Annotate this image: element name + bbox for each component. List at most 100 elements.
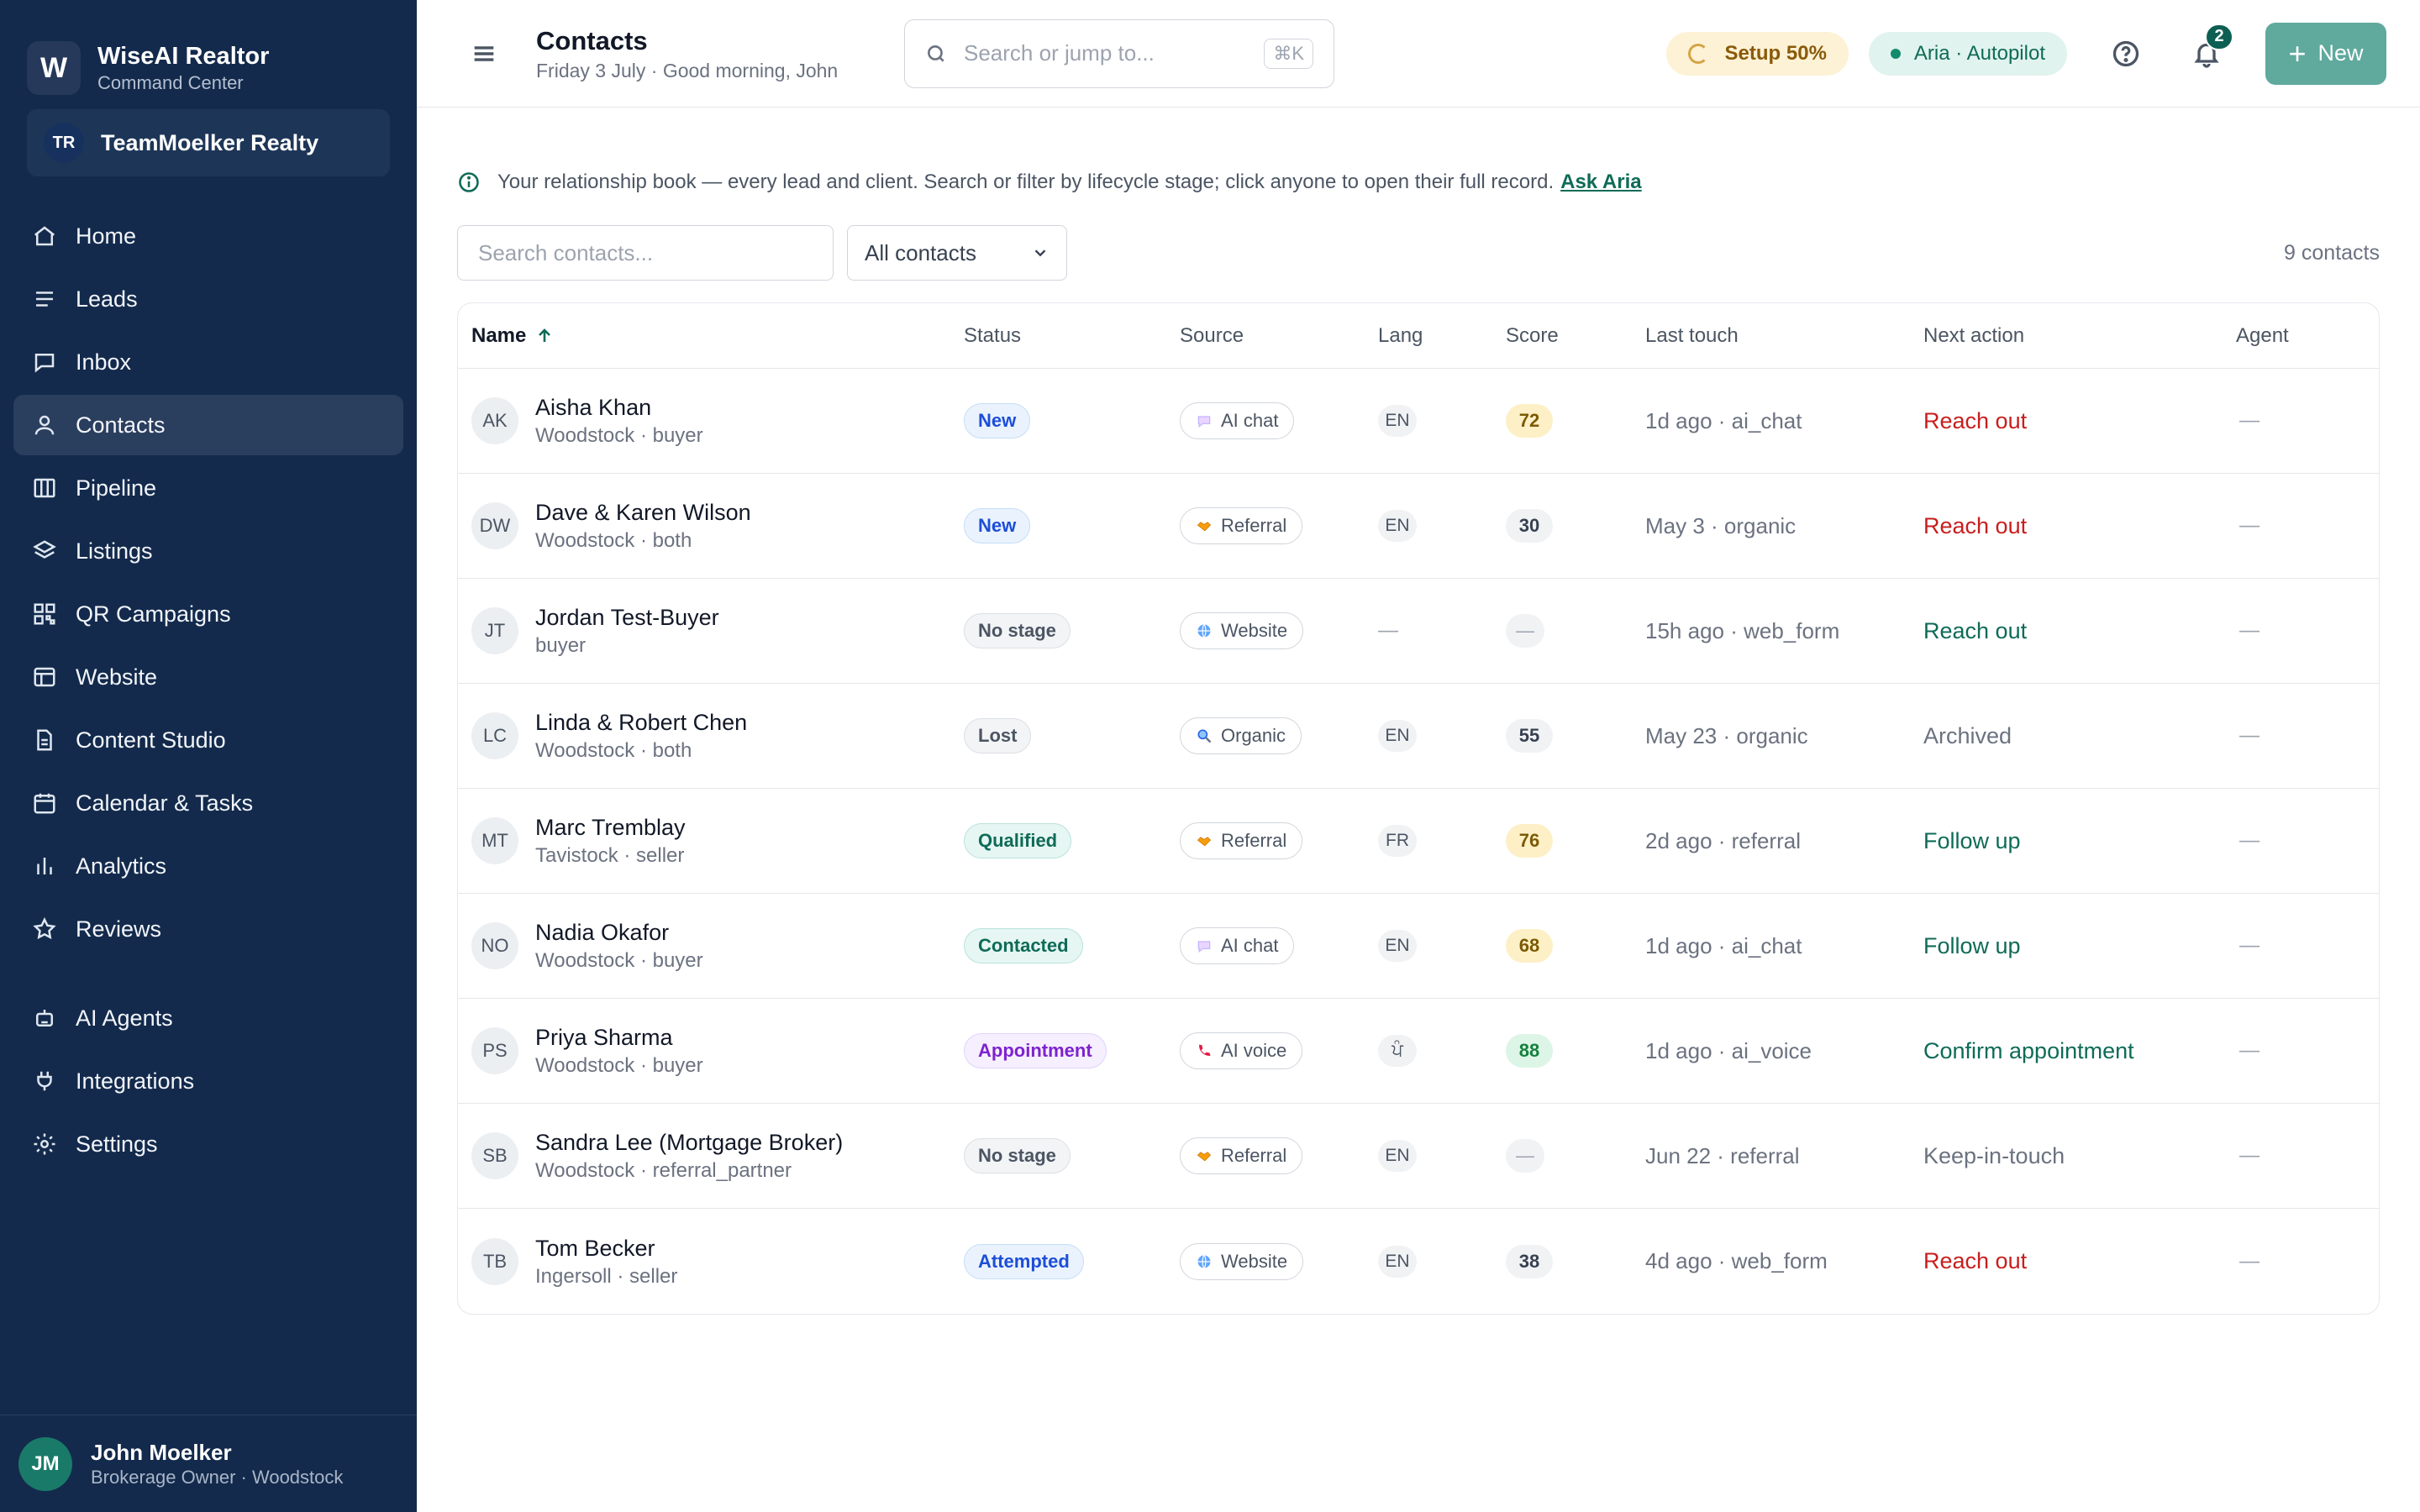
stage-filter-value: All contacts: [865, 239, 976, 265]
sidebar-item-settings[interactable]: Settings: [13, 1114, 403, 1174]
next-action-link[interactable]: Keep-in-touch: [1923, 1143, 2065, 1168]
table-row[interactable]: SB Sandra Lee (Mortgage Broker) Woodstock …: [458, 1104, 2379, 1209]
contact-name[interactable]: Jordan Test-Buyer: [535, 602, 719, 633]
contact-name-cell: DW Dave & Karen Wilson Woodstock · both: [458, 497, 964, 554]
last-touch: 2d ago · referral: [1645, 827, 1801, 853]
brand-title: WiseAI Realtor: [97, 43, 270, 70]
user-profile[interactable]: JM John Moelker Brokerage Owner · Woodst…: [0, 1415, 417, 1512]
help-button[interactable]: [2104, 32, 2148, 76]
contact-name[interactable]: Nadia Okafor: [535, 917, 703, 948]
sidebar-item-reviews[interactable]: Reviews: [13, 899, 403, 959]
sidebar-item-calendar-tasks[interactable]: Calendar & Tasks: [13, 773, 403, 833]
page-subtitle: Friday 3 July · Good morning, John: [536, 59, 839, 81]
contact-meta: Woodstock · both: [535, 739, 692, 762]
contacts-table: Name Status Source Lang Score Last touch…: [457, 302, 2380, 1315]
plug-icon: [32, 1068, 57, 1094]
next-action-link[interactable]: Reach out: [1923, 1248, 2027, 1273]
sidebar-item-inbox[interactable]: Inbox: [13, 332, 403, 392]
contact-search-input[interactable]: Search contacts...: [457, 225, 834, 281]
sidebar-item-analytics[interactable]: Analytics: [13, 836, 403, 896]
next-action-link[interactable]: Reach out: [1923, 513, 2027, 538]
global-search-placeholder: Search or jump to...: [964, 40, 1155, 66]
table-row[interactable]: DW Dave & Karen Wilson Woodstock · both New…: [458, 474, 2379, 579]
workspace-switcher[interactable]: TR TeamMoelker Realty: [27, 109, 390, 176]
notification-count-badge: 2: [2205, 23, 2233, 50]
column-header-agent[interactable]: Agent: [2236, 324, 2379, 348]
last-touch: 1d ago · ai_chat: [1645, 932, 1802, 958]
column-header-status[interactable]: Status: [964, 324, 1180, 348]
menu-toggle-button[interactable]: [467, 37, 501, 71]
sidebar-item-content-studio[interactable]: Content Studio: [13, 710, 403, 770]
column-header-lang[interactable]: Lang: [1378, 324, 1506, 348]
contact-name[interactable]: Marc Tremblay: [535, 812, 686, 843]
new-button[interactable]: + New: [2265, 22, 2386, 85]
sidebar-item-label: Listings: [76, 538, 153, 564]
avatar: MT: [471, 817, 518, 864]
notifications-button[interactable]: 2: [2185, 23, 2233, 76]
last-touch: May 3 · organic: [1645, 512, 1797, 538]
sidebar-item-home[interactable]: Home: [13, 206, 403, 266]
table-row[interactable]: PS Priya Sharma Woodstock · buyer Appointme…: [458, 999, 2379, 1104]
source-badge: AI chat: [1180, 402, 1295, 439]
status-badge: No stage: [964, 613, 1071, 648]
column-header-source[interactable]: Source: [1180, 324, 1378, 348]
language-badge: EN: [1378, 1245, 1417, 1278]
contact-name[interactable]: Linda & Robert Chen: [535, 707, 747, 738]
sidebar-item-qr-campaigns[interactable]: QR Campaigns: [13, 584, 403, 644]
next-action-link[interactable]: Confirm appointment: [1923, 1038, 2134, 1063]
global-search-input[interactable]: Search or jump to... ⌘K: [904, 18, 1334, 88]
table-row[interactable]: AK Aisha Khan Woodstock · buyer New AI chat E…: [458, 369, 2379, 474]
contact-name-cell: PS Priya Sharma Woodstock · buyer: [458, 1022, 964, 1079]
column-header-next-action[interactable]: Next action: [1923, 324, 2236, 348]
aria-status-pill[interactable]: Aria · Autopilot: [1868, 31, 2067, 76]
contact-name[interactable]: Priya Sharma: [535, 1022, 703, 1053]
brand[interactable]: W WiseAI Realtor Command Center: [0, 0, 417, 109]
table-row[interactable]: TB Tom Becker Ingersoll · seller Attempted W…: [458, 1209, 2379, 1314]
search-icon: [928, 45, 944, 62]
sidebar-item-pipeline[interactable]: Pipeline: [13, 458, 403, 518]
table-row[interactable]: MT Marc Tremblay Tavistock · seller Qualifi…: [458, 789, 2379, 894]
agent-value: —: [2239, 829, 2260, 852]
column-header-name[interactable]: Name: [458, 324, 964, 348]
next-action-link[interactable]: Follow up: [1923, 933, 2021, 958]
sidebar-item-label: AI Agents: [76, 1005, 173, 1031]
sidebar-item-integrations[interactable]: Integrations: [13, 1051, 403, 1111]
column-header-score[interactable]: Score: [1506, 324, 1645, 348]
sidebar-item-leads[interactable]: Leads: [13, 269, 403, 329]
sidebar-item-ai-agents[interactable]: AI Agents: [13, 988, 403, 1048]
next-action-link[interactable]: Reach out: [1923, 408, 2027, 433]
contact-name[interactable]: Sandra Lee (Mortgage Broker): [535, 1127, 843, 1158]
table-body: AK Aisha Khan Woodstock · buyer New AI chat E…: [458, 369, 2379, 1314]
table-row[interactable]: NO Nadia Okafor Woodstock · buyer Contacted…: [458, 894, 2379, 999]
sidebar-item-contacts[interactable]: Contacts: [13, 395, 403, 455]
last-touch: Jun 22 · referral: [1645, 1142, 1800, 1168]
contact-name[interactable]: Tom Becker: [535, 1233, 677, 1263]
contact-name[interactable]: Dave & Karen Wilson: [535, 497, 751, 528]
stage-filter-select[interactable]: All contacts: [847, 225, 1067, 281]
score-badge: 88: [1506, 1034, 1553, 1068]
next-action-link[interactable]: Reach out: [1923, 618, 2027, 643]
sidebar-item-website[interactable]: Website: [13, 647, 403, 707]
contact-name-cell: AK Aisha Khan Woodstock · buyer: [458, 392, 964, 449]
sidebar-item-listings[interactable]: Listings: [13, 521, 403, 581]
next-action-link[interactable]: Archived: [1923, 723, 2012, 748]
contact-name[interactable]: Aisha Khan: [535, 392, 703, 423]
user-role: Brokerage Owner · Woodstock: [91, 1466, 344, 1488]
column-header-last-touch[interactable]: Last touch: [1645, 324, 1923, 348]
score-badge: 55: [1506, 719, 1553, 753]
avatar: JM: [18, 1436, 72, 1491]
home-icon: [32, 223, 57, 249]
status-badge: No stage: [964, 1138, 1071, 1173]
next-action-link[interactable]: Follow up: [1923, 828, 2021, 853]
sidebar-nav: Home Leads Inbox Contacts Pipeline Listings QR…: [0, 176, 417, 1174]
avatar: DW: [471, 502, 518, 549]
contact-meta: Ingersoll · seller: [535, 1264, 678, 1288]
table-row[interactable]: JT Jordan Test-Buyer buyer No stage Website —…: [458, 579, 2379, 684]
ask-aria-link[interactable]: Ask Aria: [1560, 171, 1642, 194]
contact-name-cell: NO Nadia Okafor Woodstock · buyer: [458, 917, 964, 974]
agent-value: —: [2239, 619, 2260, 642]
sidebar: W WiseAI Realtor Command Center TR TeamM…: [0, 0, 417, 1512]
contact-meta: Woodstock · both: [535, 529, 692, 552]
setup-progress-pill[interactable]: Setup 50%: [1665, 31, 1849, 76]
table-row[interactable]: LC Linda & Robert Chen Woodstock · both Los…: [458, 684, 2379, 789]
